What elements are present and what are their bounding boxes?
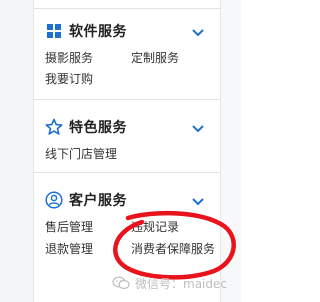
link-offline-store[interactable]: 线下门店管理: [45, 147, 117, 161]
wechat-icon: [112, 276, 130, 290]
link-consumer-protection[interactable]: 消费者保障服务: [131, 242, 215, 256]
chevron-down-icon[interactable]: [191, 24, 205, 38]
link-violation-records[interactable]: 违规记录: [131, 220, 179, 234]
service-sidebar: 软件服务 摄影服务 定制服务 我要订购 特色服务 线下门店管理 客户服务 售后管…: [33, 0, 221, 302]
link-order[interactable]: 我要订购: [45, 72, 93, 86]
watermark: 微信号：maidec: [112, 275, 227, 291]
link-photo-service[interactable]: 摄影服务: [45, 51, 93, 65]
section-title: 客户服务: [69, 193, 127, 209]
link-refund-management[interactable]: 退款管理: [45, 242, 93, 256]
section-title: 特色服务: [69, 120, 127, 136]
section-divider: [34, 172, 220, 173]
app-window: 软件服务 摄影服务 定制服务 我要订购 特色服务 线下门店管理 客户服务 售后管…: [0, 0, 241, 302]
star-icon: [45, 118, 63, 136]
user-circle-icon: [45, 191, 63, 209]
chevron-down-icon[interactable]: [191, 193, 205, 207]
section-header-software[interactable]: 软件服务: [45, 21, 215, 41]
section-header-featured[interactable]: 特色服务: [45, 117, 215, 137]
top-divider: [34, 8, 220, 9]
chevron-down-icon[interactable]: [191, 120, 205, 134]
link-after-sales[interactable]: 售后管理: [45, 220, 93, 234]
right-stripe: [220, 0, 241, 302]
grid-icon: [45, 22, 63, 40]
watermark-text: 微信号：maidec: [135, 276, 227, 291]
section-title: 软件服务: [69, 24, 127, 40]
link-custom-service[interactable]: 定制服务: [131, 51, 179, 65]
section-divider: [34, 99, 220, 100]
section-header-customer[interactable]: 客户服务: [45, 190, 215, 210]
